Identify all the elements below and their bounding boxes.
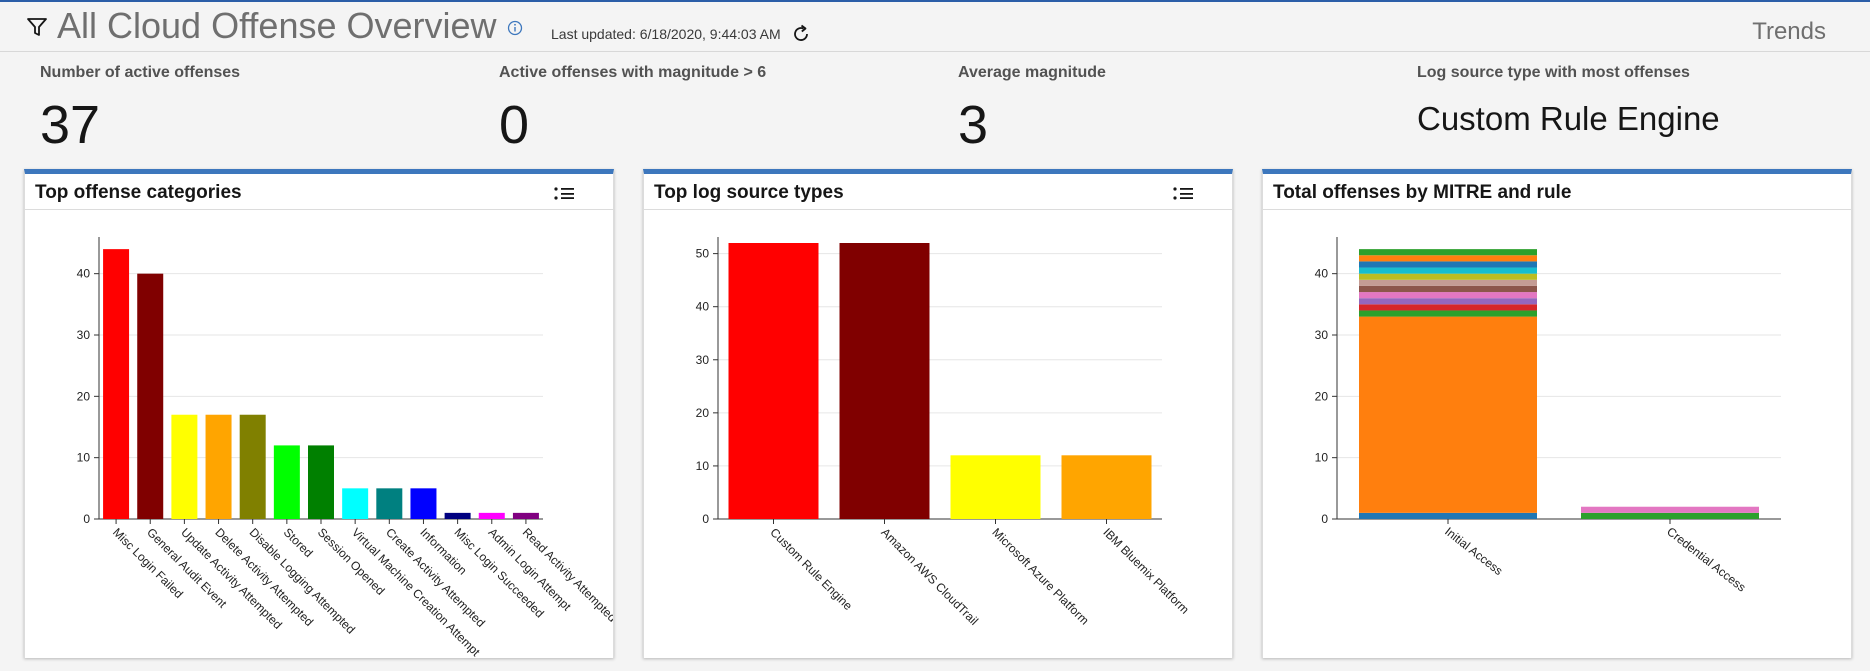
bar <box>205 414 232 519</box>
bar-segment <box>1359 261 1537 268</box>
y-tick-label: 20 <box>77 389 91 403</box>
bar-segment <box>1359 279 1537 286</box>
bar <box>376 488 403 519</box>
y-tick-label: 40 <box>77 267 91 281</box>
bar <box>728 243 819 519</box>
y-tick-label: 50 <box>696 247 710 261</box>
y-tick-label: 0 <box>83 512 90 526</box>
chart-area: 0 10 20 30 40 Initial Access Credential Access <box>1263 211 1851 658</box>
chart-area: 0 10 20 30 40 Misc Login Failed General Audit … <box>25 211 613 658</box>
bar <box>342 488 369 519</box>
y-tick-label: 30 <box>696 353 710 367</box>
refresh-icon[interactable] <box>791 24 811 44</box>
panel-mitre-offenses: Total offenses by MITRE and rule 0 10 20 30… <box>1262 169 1852 658</box>
bar <box>103 249 130 519</box>
bar <box>273 445 300 519</box>
y-tick-label: 10 <box>77 451 91 465</box>
trends-link[interactable]: Trends <box>1752 18 1826 46</box>
last-updated: Last updated: 6/18/2020, 9:44:03 AM <box>551 26 781 42</box>
bar-segment <box>1359 512 1537 519</box>
bar-segment <box>1359 267 1537 274</box>
bar <box>950 455 1041 519</box>
bar-segment <box>1359 316 1537 513</box>
x-tick-label: IBM Bluemix Platform <box>1100 525 1191 616</box>
bar <box>410 488 437 519</box>
bar-segment <box>1581 512 1759 519</box>
y-tick-label: 10 <box>696 459 710 473</box>
bar-segment <box>1359 273 1537 280</box>
panel-title: Top offense categories <box>35 182 242 203</box>
panel-header: Total offenses by MITRE and rule <box>1263 174 1851 210</box>
bar <box>512 512 539 519</box>
bar-segment <box>1359 249 1537 256</box>
page-title: All Cloud Offense Overview <box>57 5 497 46</box>
legend-toggle-icon[interactable] <box>553 186 575 202</box>
bar-segment <box>1581 506 1759 513</box>
bar-segment <box>1359 285 1537 293</box>
bar <box>1061 455 1152 519</box>
stat-label: Number of active offenses <box>40 64 241 81</box>
y-tick-label: 30 <box>77 328 91 342</box>
legend-toggle-icon[interactable] <box>1172 186 1194 202</box>
stat-value: 0 <box>499 95 530 155</box>
chart-mitre-offenses: 0 10 20 30 40 Initial Access Credential Access <box>1315 237 1781 594</box>
panel-top-offense-categories: Top offense categories 0 10 20 30 40 Misc Log… <box>24 169 614 658</box>
y-tick-label: 0 <box>702 512 709 526</box>
bar <box>137 273 164 519</box>
stat-label: Average magnitude <box>958 64 1106 81</box>
y-tick-label: 30 <box>1315 328 1329 342</box>
bar <box>839 243 930 519</box>
y-tick-label: 10 <box>1315 451 1329 465</box>
bar <box>308 445 334 519</box>
x-tick-label: Credential Access <box>1664 524 1748 594</box>
stat-value: 37 <box>40 95 101 155</box>
bar <box>171 414 198 519</box>
x-tick-label: Custom Rule Engine <box>767 525 855 613</box>
panel-top-log-source-types: Top log source types 0 10 20 30 40 50 Custom R… <box>643 169 1233 658</box>
chart-area: 0 10 20 30 40 50 Custom Rule Engine Amazon AWS … <box>644 211 1232 658</box>
stat-label: Active offenses with magnitude > 6 <box>499 64 767 81</box>
bar-segment <box>1359 255 1537 262</box>
y-tick-label: 20 <box>1315 389 1329 403</box>
panel-header: Top log source types <box>644 174 1232 210</box>
stat-value: 3 <box>958 95 989 155</box>
chart-top-offense-categories: 010203040Misc Login FailedGeneral Audit … <box>77 237 613 658</box>
bar <box>239 414 266 519</box>
panel-title: Total offenses by MITRE and rule <box>1273 182 1572 203</box>
panel-title: Top log source types <box>654 182 844 203</box>
bar-segment <box>1359 304 1537 311</box>
bar <box>478 512 505 519</box>
x-tick-label: Amazon AWS CloudTrail <box>878 525 981 628</box>
filter-icon[interactable] <box>26 16 48 38</box>
bar <box>444 512 471 519</box>
y-tick-label: 40 <box>696 300 710 314</box>
y-tick-label: 40 <box>1315 267 1329 281</box>
info-icon[interactable] <box>507 20 523 36</box>
stat-value: Custom Rule Engine <box>1417 100 1720 137</box>
panel-header: Top offense categories <box>25 174 613 210</box>
x-tick-label: Initial Access <box>1442 524 1505 578</box>
chart-top-log-source-types: 0 10 20 30 40 50 Custom Rule Engine Amazon AWS … <box>696 237 1192 628</box>
top-bar: All Cloud Offense Overview Last updated:… <box>0 0 1870 52</box>
bar-segment <box>1359 310 1537 317</box>
stat-label: Log source type with most offenses <box>1417 64 1690 81</box>
y-tick-label: 20 <box>696 406 710 420</box>
y-tick-label: 0 <box>1321 512 1328 526</box>
bar-segment <box>1359 292 1537 299</box>
x-tick-label: Microsoft Azure Platform <box>989 525 1091 627</box>
bar-segment <box>1359 298 1537 305</box>
